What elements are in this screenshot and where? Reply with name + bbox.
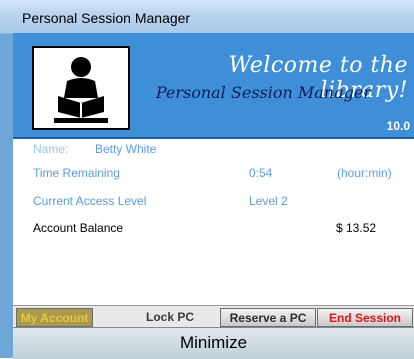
time-unit: (hour:min) [337, 166, 392, 180]
version-label: 10.0 [386, 119, 410, 133]
name-value: Betty White [95, 142, 157, 156]
minimize-button[interactable]: Minimize [13, 327, 414, 359]
time-value: 0:54 [249, 166, 273, 180]
tab-my-account[interactable]: My Account [16, 308, 93, 327]
time-row: Time Remaining 0:54 (hour:min) [13, 166, 414, 182]
reading-person-icon [54, 57, 108, 123]
balance-value: $ 13.52 [336, 221, 377, 235]
tab-reserve-pc[interactable]: Reserve a PC [220, 308, 316, 327]
title-bar[interactable]: Personal Session Manager [0, 0, 414, 34]
time-label: Time Remaining [33, 166, 120, 180]
name-row: Name: Betty White [13, 142, 414, 158]
session-manager-window: Personal Session Manager Welcome to the … [0, 0, 414, 359]
balance-row: Account Balance $ 13.52 [13, 221, 414, 237]
tab-end-session[interactable]: End Session [317, 308, 413, 327]
access-label: Current Access Level [33, 194, 147, 208]
window-title: Personal Session Manager [22, 10, 191, 26]
app-subtitle: Personal Session Manager [155, 83, 371, 102]
tab-lock-pc[interactable]: Lock PC [121, 308, 219, 327]
access-row: Current Access Level Level 2 [13, 194, 414, 210]
library-logo [32, 46, 130, 130]
access-value: Level 2 [249, 194, 288, 208]
name-label: Name: [33, 142, 69, 156]
welcome-banner: Welcome to the library! Personal Session… [13, 33, 414, 139]
tab-bar: My Account Lock PC Reserve a PC End Sess… [13, 305, 414, 328]
client-area: Welcome to the library! Personal Session… [13, 33, 414, 359]
balance-label: Account Balance [33, 221, 124, 235]
